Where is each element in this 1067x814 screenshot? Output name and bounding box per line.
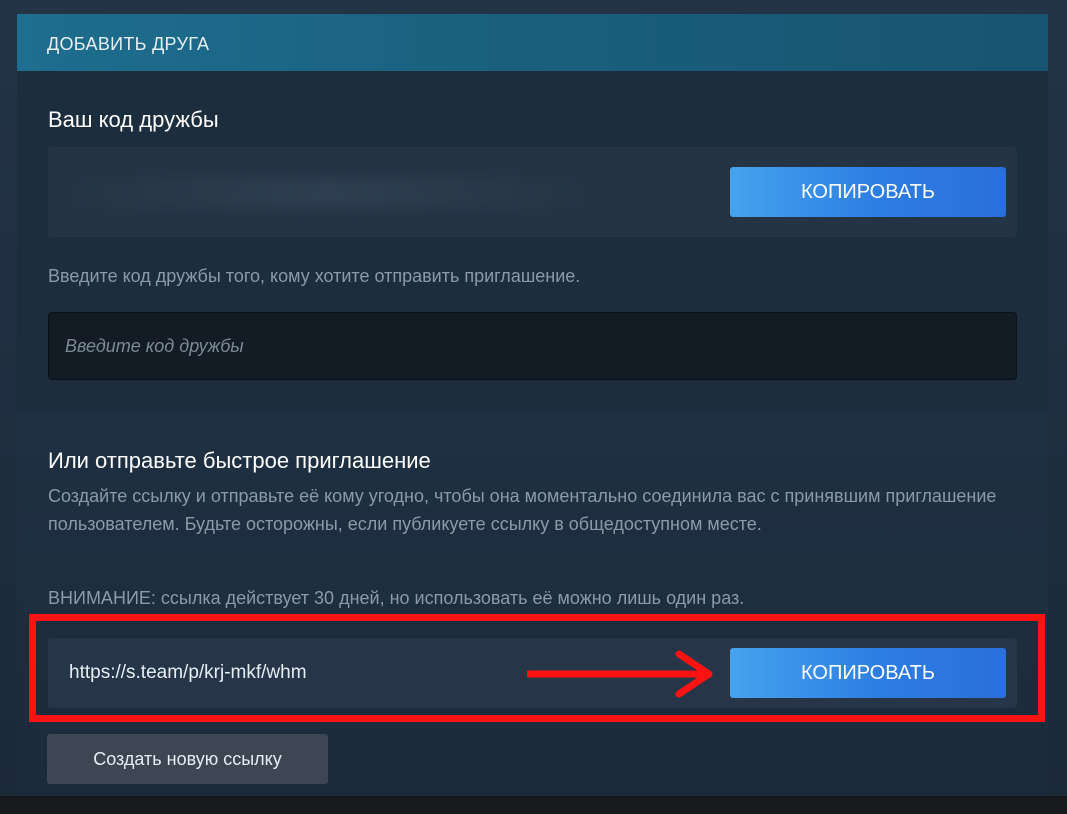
friend-code-value-blurred — [68, 177, 588, 209]
panel-header: ДОБАВИТЬ ДРУГА — [17, 14, 1048, 71]
copy-friend-code-button[interactable]: КОПИРОВАТЬ — [730, 167, 1006, 217]
quick-invite-title: Или отправьте быстрое приглашение — [48, 448, 431, 473]
right-arrow-icon — [527, 650, 713, 698]
friend-code-box: КОПИРОВАТЬ — [48, 147, 1017, 237]
friend-code-title: Ваш код дружбы — [48, 107, 219, 132]
quick-invite-warning: ВНИМАНИЕ: ссылка действует 30 дней, но и… — [48, 588, 745, 608]
create-new-link-button[interactable]: Создать новую ссылку — [47, 734, 328, 784]
quick-invite-description: Создайте ссылку и отправьте её кому угод… — [48, 486, 997, 534]
add-friend-panel: ДОБАВИТЬ ДРУГА Ваш код дружбы КОПИРОВАТЬ… — [17, 14, 1048, 796]
panel-title: ДОБАВИТЬ ДРУГА — [47, 34, 210, 54]
friend-code-instruction: Введите код дружбы того, кому хотите отп… — [48, 266, 581, 286]
window-frame: ДОБАВИТЬ ДРУГА Ваш код дружбы КОПИРОВАТЬ… — [0, 0, 1067, 814]
friend-code-input[interactable] — [48, 312, 1017, 380]
bottom-strip — [0, 796, 1067, 814]
